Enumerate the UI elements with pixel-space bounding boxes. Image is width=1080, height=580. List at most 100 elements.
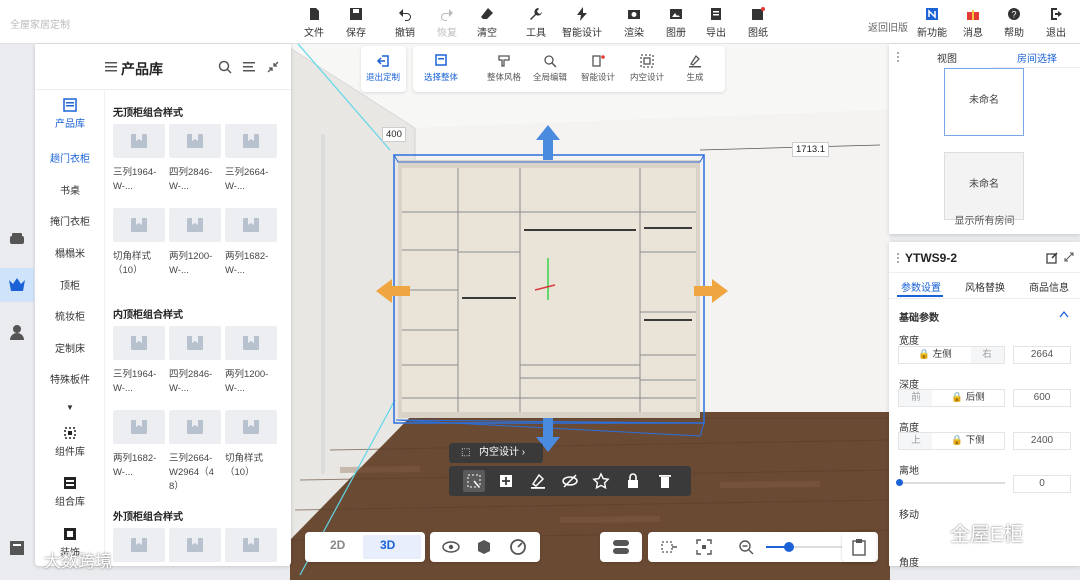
smart-design-button[interactable]: 智能设计: [560, 7, 604, 39]
drag-handle-icon[interactable]: [897, 253, 900, 263]
search-icon[interactable]: [218, 60, 232, 74]
depth-anchor-toggle[interactable]: 🔒 后侧 前: [898, 389, 1005, 407]
tab-view[interactable]: 视图: [937, 50, 957, 65]
zoom-slider[interactable]: [766, 542, 846, 552]
category-tatami[interactable]: 榻榻米: [35, 245, 105, 260]
product-card[interactable]: 切角样式（10）: [113, 208, 165, 278]
2d-view-button[interactable]: 2D: [330, 538, 345, 552]
depth-input[interactable]: 600: [1013, 389, 1071, 407]
drawing-button[interactable]: 图册: [659, 7, 693, 39]
product-card[interactable]: 两列1682-W-...: [113, 410, 165, 480]
whole-style-button[interactable]: 整体风格: [482, 54, 526, 83]
chevron-down-icon[interactable]: ▼: [35, 403, 105, 412]
trash-icon[interactable]: [656, 472, 674, 490]
height-anchor-bottom[interactable]: 🔒 下侧: [932, 433, 1004, 449]
wardrobe[interactable]: [393, 154, 705, 437]
product-card[interactable]: 两列1682-W-...: [225, 208, 277, 278]
category-special-panel[interactable]: 特殊板件: [35, 371, 105, 386]
fit-view-icon[interactable]: [696, 539, 712, 555]
category-combination-library[interactable]: 组合库: [35, 476, 105, 508]
height-anchor-toggle[interactable]: 🔒 下侧 上: [898, 432, 1005, 450]
room-card[interactable]: 未命名: [944, 68, 1024, 136]
camera-angle-icon[interactable]: [660, 539, 678, 555]
3d-view-button[interactable]: 3D: [380, 538, 395, 552]
cube-icon[interactable]: [476, 539, 492, 555]
user-icon[interactable]: [8, 323, 26, 341]
product-card[interactable]: [225, 528, 277, 562]
category-dresser[interactable]: 梳妆柜: [35, 308, 105, 323]
paint-bucket-icon[interactable]: [529, 472, 547, 490]
hide-icon[interactable]: [561, 472, 579, 490]
inner-design-context-button[interactable]: ⬚ 内空设计 ›: [449, 443, 543, 463]
render-button[interactable]: 渲染: [617, 7, 651, 39]
width-anchor-toggle[interactable]: 🔒 左侧 右: [898, 346, 1005, 364]
width-anchor-left[interactable]: 🔒 左侧: [899, 347, 971, 363]
product-card[interactable]: 三列2664-W-...: [225, 124, 277, 194]
tab-params[interactable]: 参数设置: [901, 279, 941, 294]
offset-slider[interactable]: [896, 479, 1005, 486]
height-input[interactable]: 2400: [1013, 432, 1071, 450]
chevron-up-icon[interactable]: [1059, 310, 1069, 318]
export-button[interactable]: 导出: [699, 7, 733, 39]
clipboard-icon[interactable]: [851, 538, 867, 556]
undo-button[interactable]: 撤销: [388, 7, 422, 39]
file-button[interactable]: 文件: [297, 7, 331, 39]
category-sliding-wardrobe[interactable]: 趟门衣柜: [35, 150, 105, 165]
help-button[interactable]: ? 帮助: [997, 7, 1031, 39]
select-tool-icon[interactable]: [463, 470, 485, 492]
tools-button[interactable]: 工具: [519, 7, 553, 39]
product-card[interactable]: 两列1200-W-...: [169, 208, 221, 278]
height-anchor-top[interactable]: 上: [899, 433, 933, 449]
edit-icon[interactable]: [1046, 252, 1058, 264]
zoom-slider-thumb[interactable]: [784, 542, 794, 552]
global-edit-button[interactable]: 全局编辑: [528, 54, 572, 83]
expand-icon[interactable]: [1064, 252, 1074, 262]
redo-button[interactable]: 恢复: [430, 7, 464, 39]
toggle-icon[interactable]: [612, 539, 630, 555]
product-card[interactable]: 四列2846-W-...: [169, 124, 221, 194]
product-card[interactable]: [169, 528, 221, 562]
custom-cabinet-icon[interactable]: [0, 268, 34, 302]
save-button[interactable]: 保存: [339, 7, 373, 39]
depth-anchor-front[interactable]: 前: [899, 390, 933, 406]
depth-anchor-back[interactable]: 🔒 后侧: [932, 390, 1004, 406]
product-card[interactable]: 三列1964-W-...: [113, 124, 165, 194]
inner-design-button[interactable]: 内空设计: [625, 54, 669, 83]
width-input[interactable]: 2664: [1013, 346, 1071, 364]
add-icon[interactable]: [497, 472, 515, 490]
exit-custom-button[interactable]: 退出定制: [361, 54, 405, 83]
product-card[interactable]: 两列1200-W-...: [225, 326, 277, 396]
document-icon[interactable]: [8, 539, 26, 557]
product-card[interactable]: 三列1964-W-...: [113, 326, 165, 396]
category-top-cabinet[interactable]: 顶柜: [35, 277, 105, 292]
room-card[interactable]: 未命名: [944, 152, 1024, 220]
zoom-out-icon[interactable]: [738, 539, 754, 555]
show-all-rooms-link[interactable]: 显示所有房间: [889, 212, 1080, 227]
exit-button[interactable]: 退出: [1039, 7, 1073, 39]
eye-icon[interactable]: [442, 539, 460, 555]
category-component-library[interactable]: 组件库: [35, 426, 105, 458]
product-card[interactable]: 切角样式（10）: [225, 410, 277, 480]
paper-button[interactable]: 图纸: [741, 7, 775, 39]
sofa-icon[interactable]: [8, 230, 26, 248]
lock-icon[interactable]: [624, 472, 642, 490]
category-custom-bed[interactable]: 定制床: [35, 340, 105, 355]
tab-style-replace[interactable]: 风格替换: [965, 279, 1005, 294]
product-card[interactable]: 四列2846-W-...: [169, 326, 221, 396]
collapse-icon[interactable]: [267, 61, 279, 73]
smart-design-mode-button[interactable]: 智能设计: [576, 54, 620, 83]
product-card[interactable]: [113, 528, 165, 562]
return-old-version-link[interactable]: 返回旧版: [868, 19, 908, 34]
gauge-icon[interactable]: [510, 539, 526, 555]
new-feature-button[interactable]: 新功能: [914, 7, 950, 39]
drag-handle-icon[interactable]: [897, 52, 900, 62]
slider-thumb[interactable]: [896, 479, 903, 486]
offset-input[interactable]: 0: [1013, 475, 1071, 493]
category-hinged-wardrobe[interactable]: 掩门衣柜: [35, 213, 105, 228]
width-anchor-right[interactable]: 右: [970, 347, 1004, 363]
tab-product-info[interactable]: 商品信息: [1029, 279, 1069, 294]
filter-icon[interactable]: [243, 61, 257, 73]
star-icon[interactable]: [592, 472, 610, 490]
product-card[interactable]: 三列2664-W2964（48）: [169, 410, 221, 494]
panel-scrollbar[interactable]: [321, 134, 325, 474]
